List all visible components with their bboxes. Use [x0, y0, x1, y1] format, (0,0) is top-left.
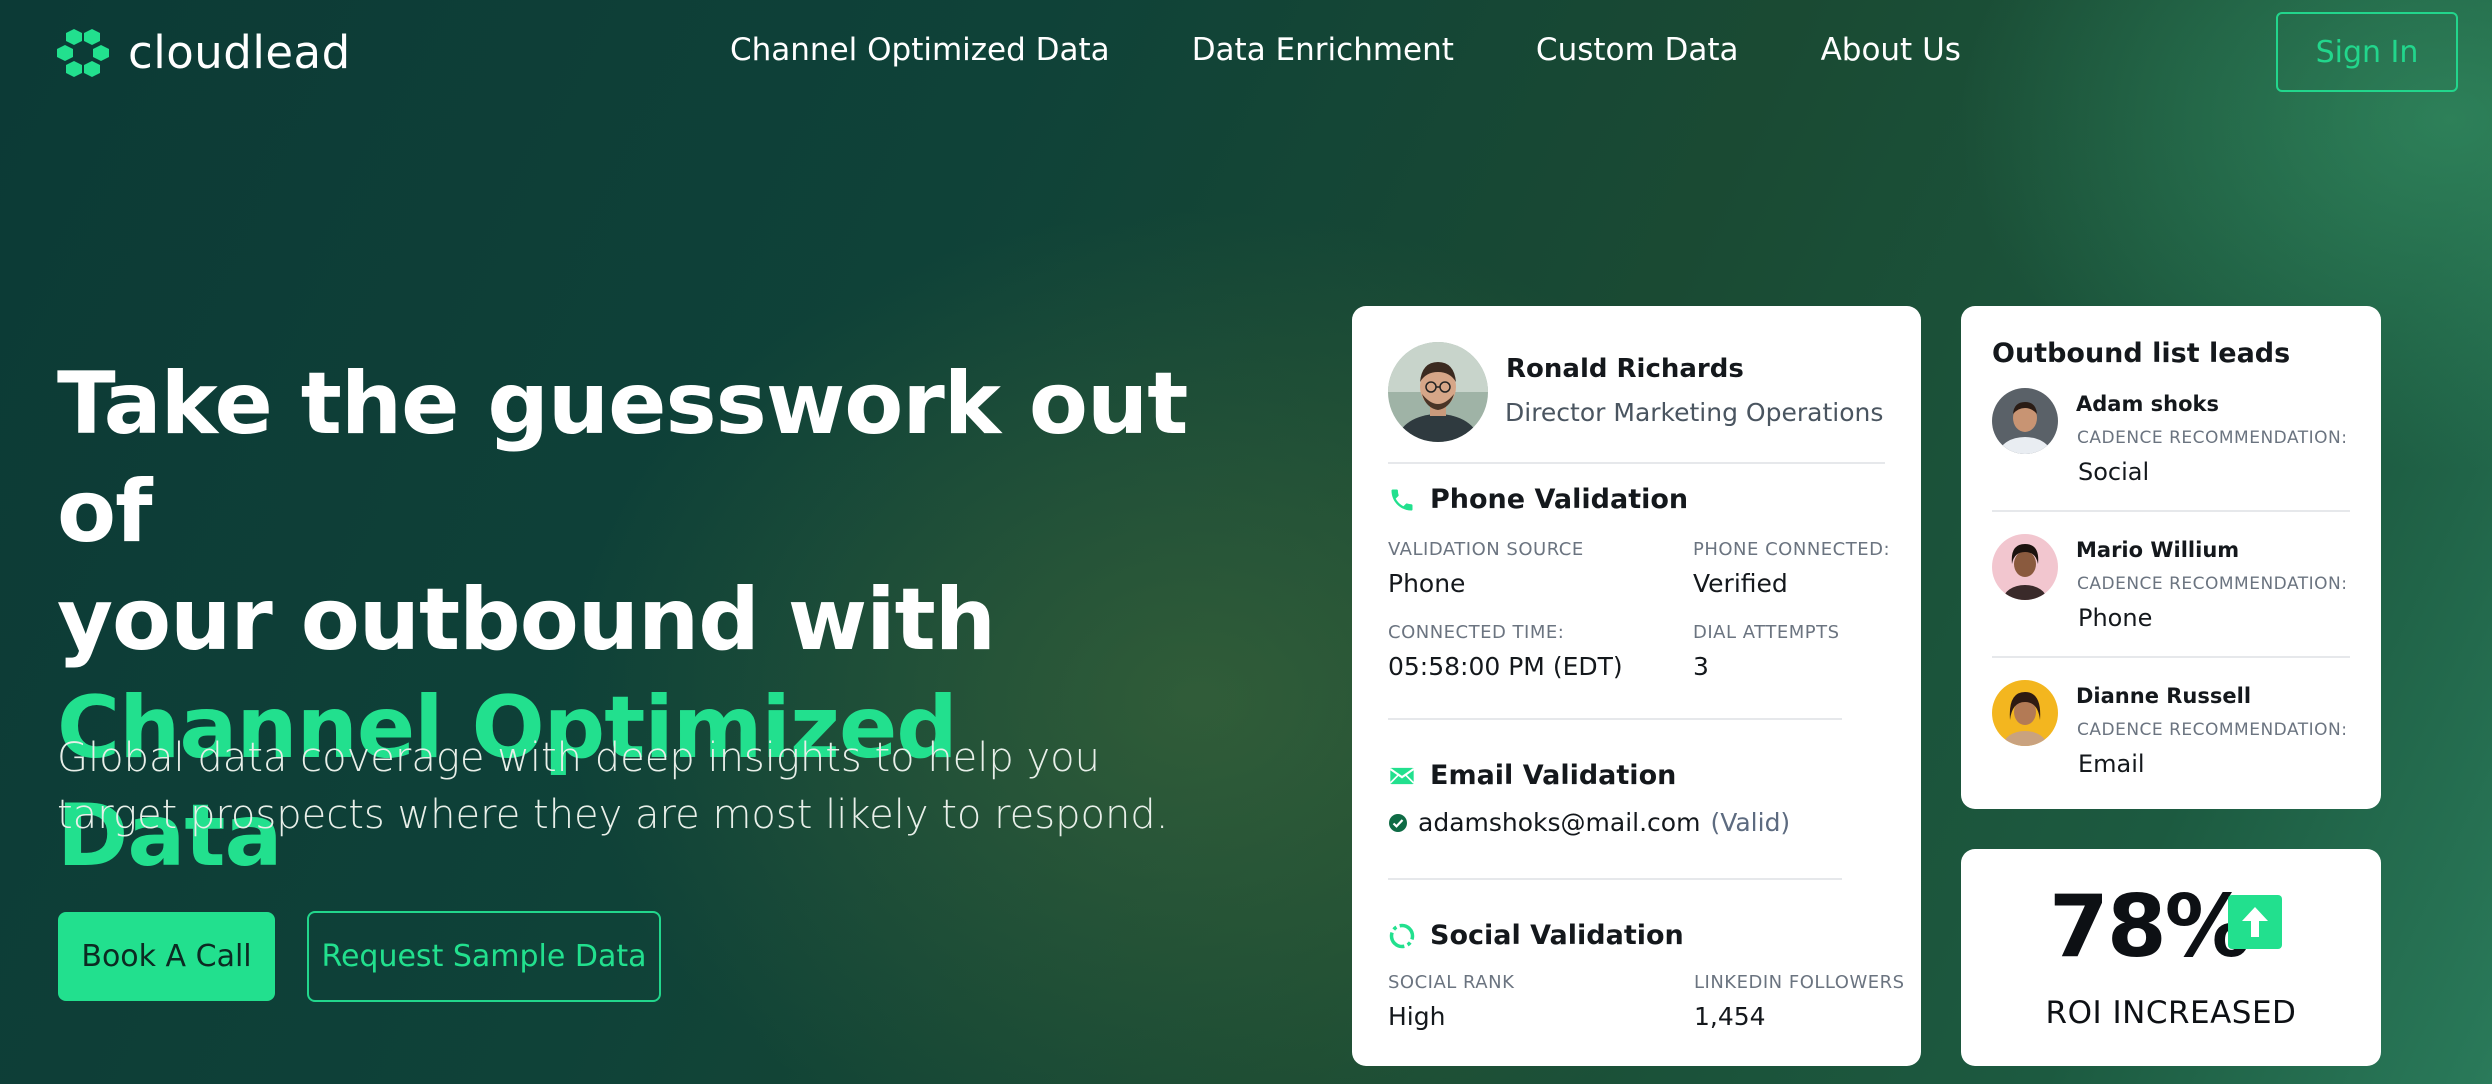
dial-attempts-label: DIAL ATTEMPTS — [1693, 622, 1840, 643]
sign-in-button[interactable]: Sign In — [2276, 12, 2458, 92]
phone-validation-title: Phone Validation — [1388, 484, 1688, 515]
email-validation-title: Email Validation — [1388, 760, 1676, 791]
outbound-leads-card: Outbound list leads Adam shoks CADENCE R… — [1961, 306, 2381, 809]
validation-source-value: Phone — [1388, 569, 1466, 598]
divider — [1388, 718, 1842, 720]
arrow-up-icon — [2228, 895, 2282, 949]
divider — [1388, 878, 1842, 880]
hero-title-line-2: your outbound with — [57, 570, 996, 670]
phone-icon — [1391, 489, 1413, 510]
envelope-icon — [1389, 767, 1415, 784]
cadence-recommendation-label: CADENCE RECOMMENDATION: — [2077, 720, 2348, 740]
profile-validation-card: Ronald Richards Director Marketing Opera… — [1352, 306, 1921, 1066]
social-rank-label: SOCIAL RANK — [1388, 972, 1515, 993]
cadence-recommendation-label: CADENCE RECOMMENDATION: — [2077, 428, 2348, 448]
profile-avatar — [1388, 342, 1488, 442]
list-item[interactable]: Dianne Russell CADENCE RECOMMENDATION: E… — [1992, 680, 2352, 780]
hero-subtitle: Global data coverage with deep insights … — [57, 730, 1207, 844]
social-validation-label: Social Validation — [1430, 920, 1684, 951]
cadence-recommendation-value: Email — [2078, 750, 2145, 778]
email-row: adamshoks@mail.com (Valid) — [1388, 808, 1790, 837]
nav-link-about-us[interactable]: About Us — [1821, 32, 1961, 68]
list-item[interactable]: Mario Willium CADENCE RECOMMENDATION: Ph… — [1992, 534, 2352, 634]
social-rank-value: High — [1388, 1002, 1446, 1031]
nav-link-custom-data[interactable]: Custom Data — [1536, 32, 1739, 68]
avatar — [1992, 388, 2058, 454]
profile-role: Director Marketing Operations — [1505, 398, 1884, 427]
top-nav: cloudlead Channel Optimized Data Data En… — [0, 0, 2492, 105]
check-circle-icon — [1389, 813, 1407, 832]
refresh-cycle-icon — [1389, 923, 1415, 948]
nav-link-data-enrichment[interactable]: Data Enrichment — [1192, 32, 1454, 68]
page: cloudlead Channel Optimized Data Data En… — [0, 0, 2492, 1084]
nav-link-channel-optimized-data[interactable]: Channel Optimized Data — [730, 32, 1110, 68]
roi-percent: 78% — [2049, 877, 2251, 977]
profile-name: Ronald Richards — [1506, 354, 1744, 384]
email-validation-label: Email Validation — [1430, 760, 1677, 791]
divider — [1992, 510, 2350, 512]
brand-name: cloudlead — [128, 26, 351, 79]
connected-time-label: CONNECTED TIME: — [1388, 622, 1565, 643]
avatar — [1992, 534, 2058, 600]
lead-name: Adam shoks — [2076, 392, 2219, 416]
hexagon-cluster-icon — [57, 28, 109, 77]
hero-title-line-1: Take the guesswork out of — [57, 354, 1188, 562]
avatar — [1992, 680, 2058, 746]
validation-source-label: VALIDATION SOURCE — [1388, 539, 1584, 560]
divider — [1992, 656, 2350, 658]
email-status: (Valid) — [1710, 808, 1791, 837]
list-item[interactable]: Adam shoks CADENCE RECOMMENDATION: Socia… — [1992, 388, 2352, 488]
cadence-recommendation-value: Phone — [2078, 604, 2153, 632]
phone-validation-label: Phone Validation — [1430, 484, 1689, 515]
lead-name: Mario Willium — [2076, 538, 2240, 562]
phone-connected-value: Verified — [1693, 569, 1788, 598]
cadence-recommendation-value: Social — [2078, 458, 2150, 486]
roi-card: 78% ROI INCREASED — [1961, 849, 2381, 1066]
phone-connected-label: PHONE CONNECTED: — [1693, 539, 1891, 560]
email-address: adamshoks@mail.com — [1418, 808, 1701, 837]
book-a-call-button[interactable]: Book A Call — [58, 912, 275, 1001]
brand-logo[interactable]: cloudlead — [56, 26, 351, 79]
nav-links: Channel Optimized Data Data Enrichment C… — [730, 32, 1961, 68]
social-validation-title: Social Validation — [1388, 920, 1684, 951]
hero-subtitle-line-1: Global data coverage with deep insights … — [57, 735, 1101, 781]
connected-time-value: 05:58:00 PM (EDT) — [1388, 652, 1623, 681]
leads-title: Outbound list leads — [1992, 338, 2291, 369]
roi-label: ROI INCREASED — [2045, 995, 2297, 1031]
lead-name: Dianne Russell — [2076, 684, 2252, 708]
divider — [1388, 462, 1885, 464]
cadence-recommendation-label: CADENCE RECOMMENDATION: — [2077, 574, 2348, 594]
linkedin-followers-label: LINKEDIN FOLLOWERS — [1694, 972, 1905, 993]
request-sample-data-button[interactable]: Request Sample Data — [307, 911, 661, 1002]
linkedin-followers-value: 1,454 — [1694, 1002, 1766, 1031]
hero-subtitle-line-2: target prospects where they are most lik… — [57, 792, 1169, 838]
dial-attempts-value: 3 — [1693, 652, 1709, 681]
